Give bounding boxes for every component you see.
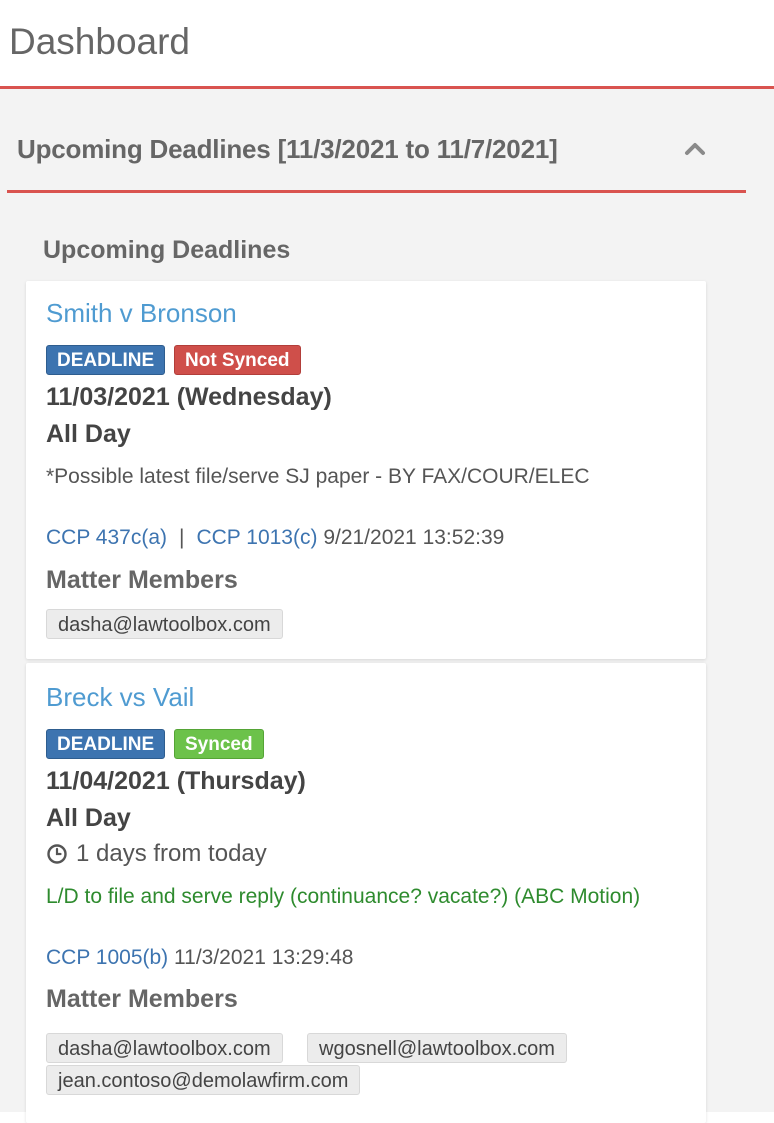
member-chip: jean.contoso@demolawfirm.com [46,1065,361,1095]
deadline-card: Breck vs Vail DEADLINE Synced 11/04/2021… [26,663,706,1123]
relative-time-text: 1 days from today [76,840,267,867]
sync-status-badge: Not Synced [174,345,301,375]
member-chip: dasha@lawtoolbox.com [46,1033,283,1063]
section-label: Upcoming Deadlines [43,236,291,264]
upcoming-deadlines-panel-header[interactable]: Upcoming Deadlines [11/3/2021 to 11/7/20… [7,110,746,193]
rule-link[interactable]: CCP 437c(a) [46,526,167,549]
created-timestamp: 9/21/2021 13:52:39 [323,526,505,549]
sync-status-badge: Synced [174,729,264,759]
deadline-badge: DEADLINE [46,345,166,375]
chevron-up-icon[interactable] [684,140,706,156]
deadline-description: L/D to file and serve reply (continuance… [46,885,641,908]
deadline-description: *Possible latest file/serve SJ paper - B… [46,465,590,488]
matter-members-label: Matter Members [46,985,238,1013]
matter-link[interactable]: Smith v Bronson [46,298,237,329]
rule-link[interactable]: CCP 1013(c) [196,526,317,549]
relative-time: 1 days from today [46,840,267,868]
deadline-date: 11/03/2021 (Wednesday) [46,383,332,411]
deadline-date: 11/04/2021 (Thursday) [46,767,306,795]
matter-link[interactable]: Breck vs Vail [46,682,194,713]
rule-references: CCP 1005(b) 11/3/2021 13:29:48 [46,946,353,970]
created-timestamp: 11/3/2021 13:29:48 [174,946,354,969]
rule-references: CCP 437c(a) | CCP 1013(c) 9/21/2021 13:52:… [46,526,504,550]
member-chip: dasha@lawtoolbox.com [46,609,283,639]
rule-separator: | [179,526,185,549]
member-chip: wgosnell@lawtoolbox.com [307,1033,567,1063]
matter-members-label: Matter Members [46,566,238,594]
clock-icon [47,844,67,864]
deadline-badge: DEADLINE [46,729,166,759]
page-header: Dashboard [0,0,774,89]
deadline-card: Smith v Bronson DEADLINE Not Synced 11/0… [26,281,706,659]
panel-title: Upcoming Deadlines [11/3/2021 to 11/7/20… [17,134,558,164]
deadline-time: All Day [46,804,131,832]
deadline-time: All Day [46,420,131,448]
page-title: Dashboard [9,21,191,62]
rule-link[interactable]: CCP 1005(b) [46,946,168,969]
